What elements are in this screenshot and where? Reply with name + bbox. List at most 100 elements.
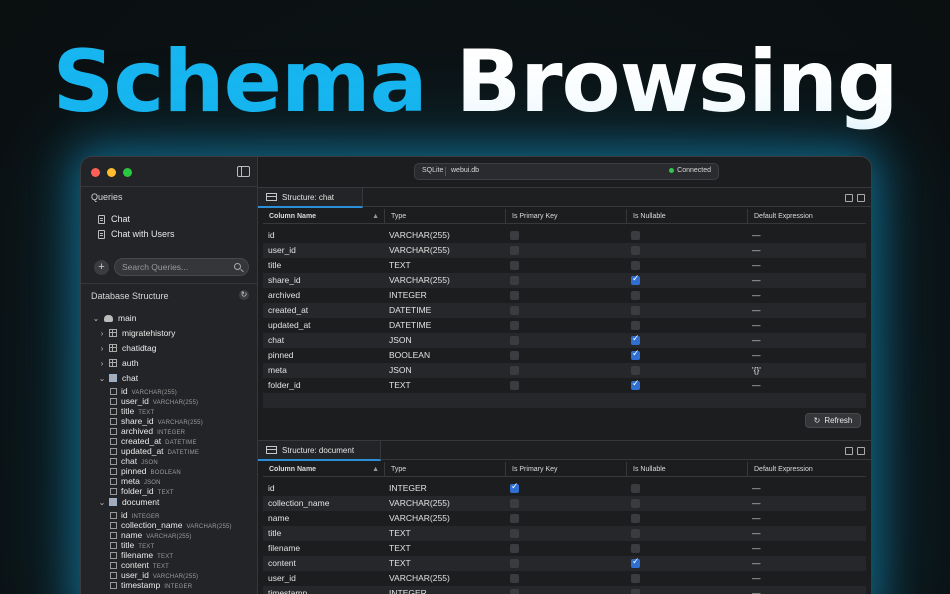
table-row[interactable]: title TEXT —: [263, 258, 866, 273]
primary-key-checkbox[interactable]: [510, 529, 519, 538]
tree-table-chat[interactable]: ⌄ chat: [98, 373, 138, 383]
table-row[interactable]: id INTEGER —: [263, 481, 866, 496]
table-row[interactable]: folder_id TEXT —: [263, 378, 866, 393]
tree-column[interactable]: user_id VARCHAR(255): [110, 570, 198, 580]
table-row[interactable]: updated_at DATETIME —: [263, 318, 866, 333]
table-row[interactable]: name VARCHAR(255) —: [263, 511, 866, 526]
tree-table-auth[interactable]: › auth: [98, 358, 139, 368]
tree-column[interactable]: collection_name VARCHAR(255): [110, 520, 232, 530]
sidebar-toggle-icon[interactable]: [237, 166, 250, 177]
refresh-structure-icon[interactable]: ↻: [239, 290, 249, 300]
header-type[interactable]: Type: [384, 462, 505, 477]
header-default[interactable]: Default Expression: [747, 209, 868, 224]
primary-key-checkbox[interactable]: [510, 499, 519, 508]
tree-table-document[interactable]: ⌄ document: [98, 497, 160, 507]
tree-column[interactable]: title TEXT: [110, 540, 154, 550]
table-row[interactable]: archived INTEGER —: [263, 288, 866, 303]
search-queries-box[interactable]: [114, 258, 249, 276]
table-row[interactable]: title TEXT —: [263, 526, 866, 541]
close-window-button[interactable]: [91, 168, 100, 177]
primary-key-checkbox[interactable]: [510, 482, 519, 493]
tree-column[interactable]: updated_at DATETIME: [110, 446, 199, 456]
tree-column[interactable]: chat JSON: [110, 456, 158, 466]
table-row[interactable]: user_id VARCHAR(255) —: [263, 571, 866, 586]
primary-key-checkbox[interactable]: [510, 544, 519, 553]
nullable-checkbox[interactable]: [631, 557, 640, 568]
nullable-checkbox[interactable]: [631, 306, 640, 315]
query-item-chat[interactable]: Chat: [98, 214, 130, 224]
primary-key-checkbox[interactable]: [510, 589, 519, 594]
primary-key-checkbox[interactable]: [510, 246, 519, 255]
tree-column[interactable]: filename TEXT: [110, 550, 173, 560]
primary-key-checkbox[interactable]: [510, 574, 519, 583]
nullable-checkbox[interactable]: [631, 379, 640, 390]
nullable-checkbox[interactable]: [631, 484, 640, 493]
nullable-checkbox[interactable]: [631, 246, 640, 255]
primary-key-checkbox[interactable]: [510, 514, 519, 523]
nullable-checkbox[interactable]: [631, 261, 640, 270]
tree-column[interactable]: share_id VARCHAR(255): [110, 416, 203, 426]
minimize-window-button[interactable]: [107, 168, 116, 177]
tree-column[interactable]: folder_id TEXT: [110, 486, 174, 496]
table-row[interactable]: share_id VARCHAR(255) —: [263, 273, 866, 288]
primary-key-checkbox[interactable]: [510, 559, 519, 568]
tree-column[interactable]: timestamp INTEGER: [110, 580, 192, 590]
tree-column[interactable]: meta JSON: [110, 476, 161, 486]
refresh-button[interactable]: ↻ Refresh: [805, 413, 861, 428]
header-primary-key[interactable]: Is Primary Key: [505, 462, 626, 477]
header-nullable[interactable]: Is Nullable: [626, 462, 747, 477]
connection-indicator[interactable]: SQLite webui.db Connected: [414, 163, 719, 180]
tree-table-migratehistory[interactable]: › migratehistory: [98, 328, 176, 338]
tree-column[interactable]: id INTEGER: [110, 510, 160, 520]
search-queries-input[interactable]: [122, 261, 227, 273]
primary-key-checkbox[interactable]: [510, 291, 519, 300]
header-nullable[interactable]: Is Nullable: [626, 209, 747, 224]
table-row[interactable]: meta JSON '{}': [263, 363, 866, 378]
nullable-checkbox[interactable]: [631, 589, 640, 594]
table-row[interactable]: user_id VARCHAR(255) —: [263, 243, 866, 258]
tree-column[interactable]: content TEXT: [110, 560, 169, 570]
primary-key-checkbox[interactable]: [510, 381, 519, 390]
tree-column[interactable]: pinned BOOLEAN: [110, 466, 181, 476]
add-query-button[interactable]: +: [94, 260, 109, 275]
nullable-checkbox[interactable]: [631, 291, 640, 300]
split-vertical-icon[interactable]: [845, 194, 853, 202]
header-default[interactable]: Default Expression: [747, 462, 868, 477]
zoom-window-button[interactable]: [123, 168, 132, 177]
tree-table-chatidtag[interactable]: › chatidtag: [98, 343, 157, 353]
header-column-name[interactable]: Column Name ▲: [263, 209, 384, 224]
table-row[interactable]: pinned BOOLEAN —: [263, 348, 866, 363]
split-horizontal-icon[interactable]: [857, 194, 865, 202]
nullable-checkbox[interactable]: [631, 349, 640, 360]
primary-key-checkbox[interactable]: [510, 231, 519, 240]
tree-schema-main[interactable]: ⌄ main: [92, 313, 137, 323]
nullable-checkbox[interactable]: [631, 366, 640, 375]
primary-key-checkbox[interactable]: [510, 336, 519, 345]
table-row[interactable]: content TEXT —: [263, 556, 866, 571]
tab-structure-chat[interactable]: Structure: chat: [258, 188, 363, 208]
split-horizontal-icon[interactable]: [857, 447, 865, 455]
table-row[interactable]: chat JSON —: [263, 333, 866, 348]
table-row[interactable]: id VARCHAR(255) —: [263, 228, 866, 243]
primary-key-checkbox[interactable]: [510, 321, 519, 330]
header-primary-key[interactable]: Is Primary Key: [505, 209, 626, 224]
header-column-name[interactable]: Column Name ▲: [263, 462, 384, 477]
nullable-checkbox[interactable]: [631, 514, 640, 523]
primary-key-checkbox[interactable]: [510, 351, 519, 360]
table-row[interactable]: created_at DATETIME —: [263, 303, 866, 318]
nullable-checkbox[interactable]: [631, 529, 640, 538]
nullable-checkbox[interactable]: [631, 231, 640, 240]
primary-key-checkbox[interactable]: [510, 306, 519, 315]
header-type[interactable]: Type: [384, 209, 505, 224]
tree-column[interactable]: id VARCHAR(255): [110, 386, 177, 396]
table-row[interactable]: timestamp INTEGER —: [263, 586, 866, 594]
primary-key-checkbox[interactable]: [510, 366, 519, 375]
nullable-checkbox[interactable]: [631, 334, 640, 345]
tree-column[interactable]: archived INTEGER: [110, 426, 185, 436]
nullable-checkbox[interactable]: [631, 499, 640, 508]
nullable-checkbox[interactable]: [631, 544, 640, 553]
tree-column[interactable]: created_at DATETIME: [110, 436, 197, 446]
table-row[interactable]: collection_name VARCHAR(255) —: [263, 496, 866, 511]
split-vertical-icon[interactable]: [845, 447, 853, 455]
tree-column[interactable]: name VARCHAR(255): [110, 530, 192, 540]
